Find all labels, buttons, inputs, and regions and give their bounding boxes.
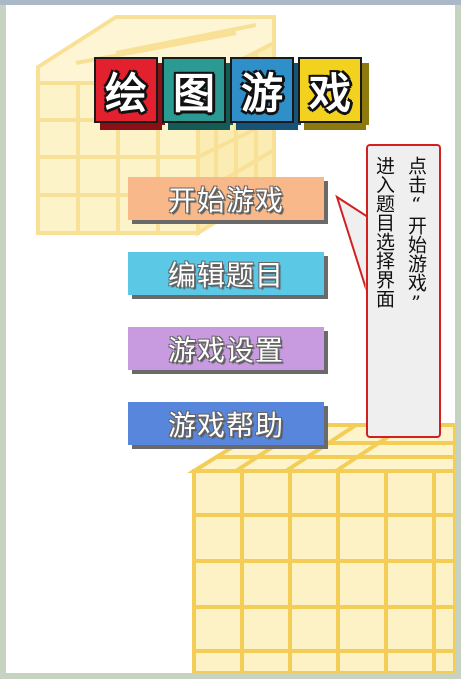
game-settings-button[interactable]: 游戏设置 [128,327,324,370]
title-char-2: 图 [172,68,215,118]
game-settings-label: 游戏设置 [167,333,284,367]
start-game-button[interactable]: 开始游戏 [128,177,324,220]
title-char-3: 游 [240,68,283,118]
tooltip-hint: 点击“开始游戏” 进入题目选择界面 [366,144,441,438]
app-screen: 绘 图 游 戏 开始游戏 编辑题目 游戏设置 游戏帮助 点击“开始游戏” 进入题… [6,5,455,673]
title-tile-3: 游 [230,57,301,130]
title-char-4: 戏 [308,68,351,118]
edit-questions-label: 编辑题目 [167,258,284,292]
start-game-label: 开始游戏 [167,183,284,217]
edit-questions-button[interactable]: 编辑题目 [128,252,324,295]
title-tile-1: 绘 [94,57,165,130]
title-tile-2: 图 [162,57,233,130]
hint-line-2: 进入题目选择界面 [373,156,395,308]
hint-line-1: 点击“开始游戏” [405,156,427,314]
game-help-label: 游戏帮助 [167,408,284,442]
game-title: 绘 图 游 戏 [94,57,374,133]
title-tile-4: 戏 [298,57,369,130]
title-char-1: 绘 [104,68,147,118]
game-help-button[interactable]: 游戏帮助 [128,402,324,445]
